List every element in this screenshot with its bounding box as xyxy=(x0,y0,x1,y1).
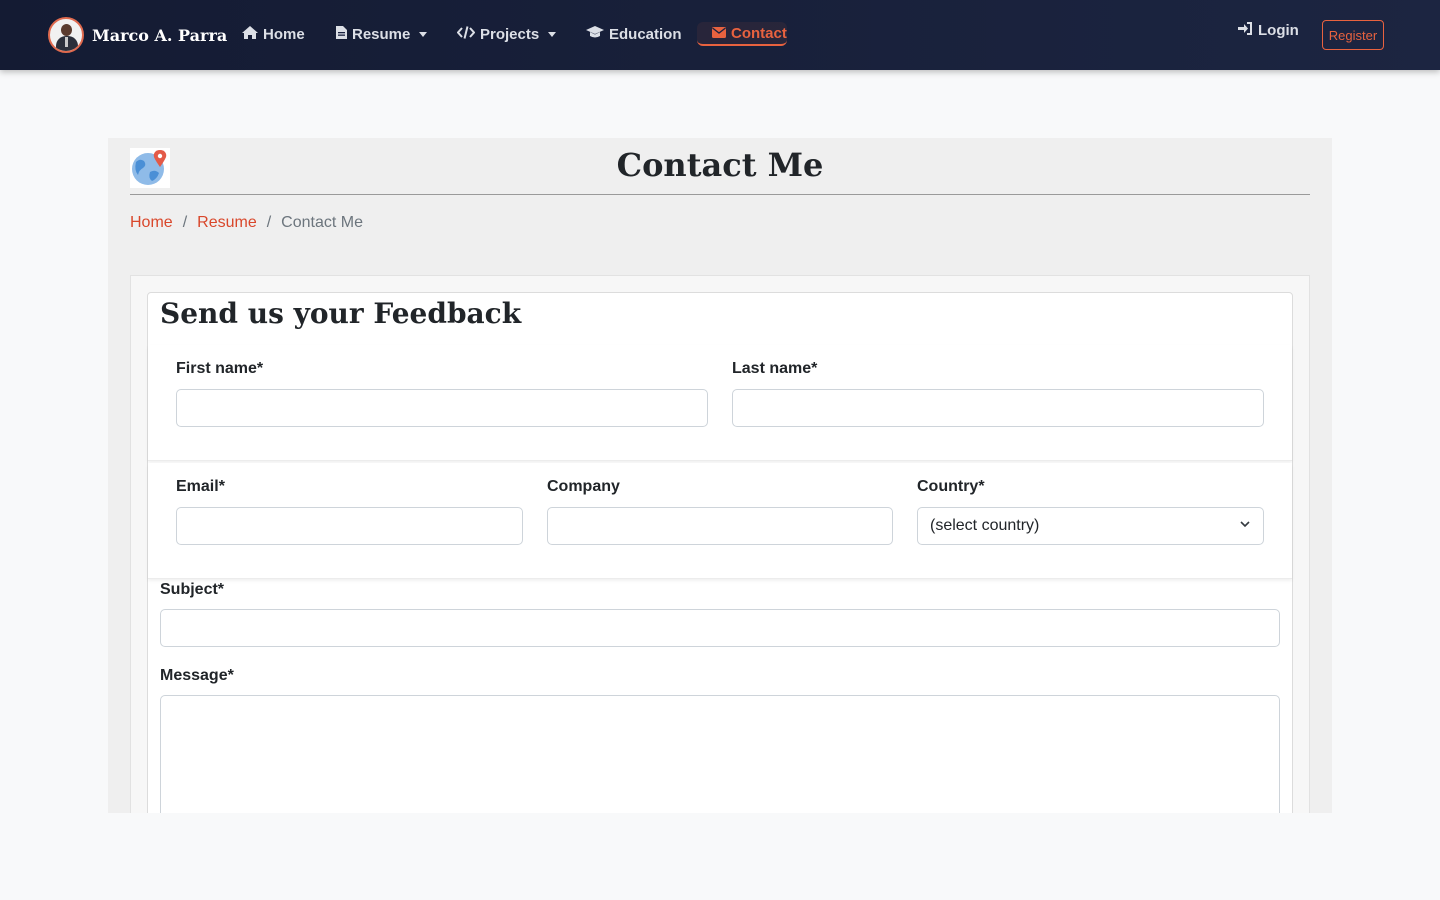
nav-home[interactable]: Home xyxy=(242,22,305,46)
breadcrumb-separator: / xyxy=(182,214,188,231)
feedback-form: Send us your Feedback First name* Last n… xyxy=(147,292,1293,813)
nav-resume-dropdown[interactable]: Resume xyxy=(336,22,428,46)
subject-label: Subject* xyxy=(160,581,225,598)
country-select[interactable]: (select country) xyxy=(917,507,1264,545)
brand-link[interactable]: Marco A. Parra xyxy=(48,17,227,53)
home-icon xyxy=(242,26,258,42)
form-title: Send us your Feedback xyxy=(160,297,522,330)
envelope-icon xyxy=(712,26,726,41)
feedback-card-outer: Send us your Feedback First name* Last n… xyxy=(130,275,1310,813)
avatar xyxy=(48,17,84,53)
last-name-label: Last name* xyxy=(732,360,818,377)
file-icon xyxy=(336,26,347,42)
contact-row: Email* Company Country* (select country) xyxy=(148,463,1292,579)
chevron-down-icon xyxy=(1239,517,1251,535)
page-title: Contact Me xyxy=(616,146,824,184)
breadcrumb-separator: / xyxy=(266,214,272,231)
message-label: Message* xyxy=(160,667,234,684)
country-label: Country* xyxy=(917,478,985,495)
code-icon xyxy=(456,26,476,42)
first-name-input[interactable] xyxy=(176,389,708,427)
sign-in-icon xyxy=(1238,22,1253,38)
nav-resume-label: Resume xyxy=(352,25,411,43)
nav-education[interactable]: Education xyxy=(586,22,682,46)
message-textarea[interactable] xyxy=(160,695,1280,813)
nav-education-label: Education xyxy=(609,25,682,43)
nav-contact-active[interactable]: Contact xyxy=(697,22,787,46)
company-label: Company xyxy=(547,478,620,495)
email-input[interactable] xyxy=(176,507,523,545)
breadcrumb-home[interactable]: Home xyxy=(130,214,173,232)
breadcrumb-resume[interactable]: Resume xyxy=(197,214,257,232)
register-button[interactable]: Register xyxy=(1322,20,1384,50)
nav-projects-dropdown[interactable]: Projects xyxy=(456,22,557,46)
brand-name: Marco A. Parra xyxy=(92,25,228,45)
login-link[interactable]: Login xyxy=(1238,18,1299,42)
nav-contact-label: Contact xyxy=(731,24,787,42)
company-input[interactable] xyxy=(547,507,893,545)
title-divider xyxy=(130,194,1310,195)
name-row: First name* Last name* xyxy=(148,345,1292,461)
breadcrumb: Home / Resume / Contact Me xyxy=(130,214,363,232)
country-selected-value: (select country) xyxy=(930,517,1040,534)
last-name-input[interactable] xyxy=(732,389,1264,427)
subject-input[interactable] xyxy=(160,609,1280,647)
email-label: Email* xyxy=(176,478,225,495)
main-content: Contact Me Home / Resume / Contact Me Se… xyxy=(108,138,1332,813)
nav-projects-label: Projects xyxy=(480,25,540,43)
chevron-down-icon xyxy=(548,31,557,37)
login-label: Login xyxy=(1258,21,1299,39)
nav-home-label: Home xyxy=(263,25,305,43)
top-navbar: Marco A. Parra Home Resume Projects Educ… xyxy=(0,0,1440,70)
breadcrumb-current: Contact Me xyxy=(281,214,363,231)
graduation-cap-icon xyxy=(586,26,604,42)
first-name-label: First name* xyxy=(176,360,264,377)
chevron-down-icon xyxy=(419,31,428,37)
